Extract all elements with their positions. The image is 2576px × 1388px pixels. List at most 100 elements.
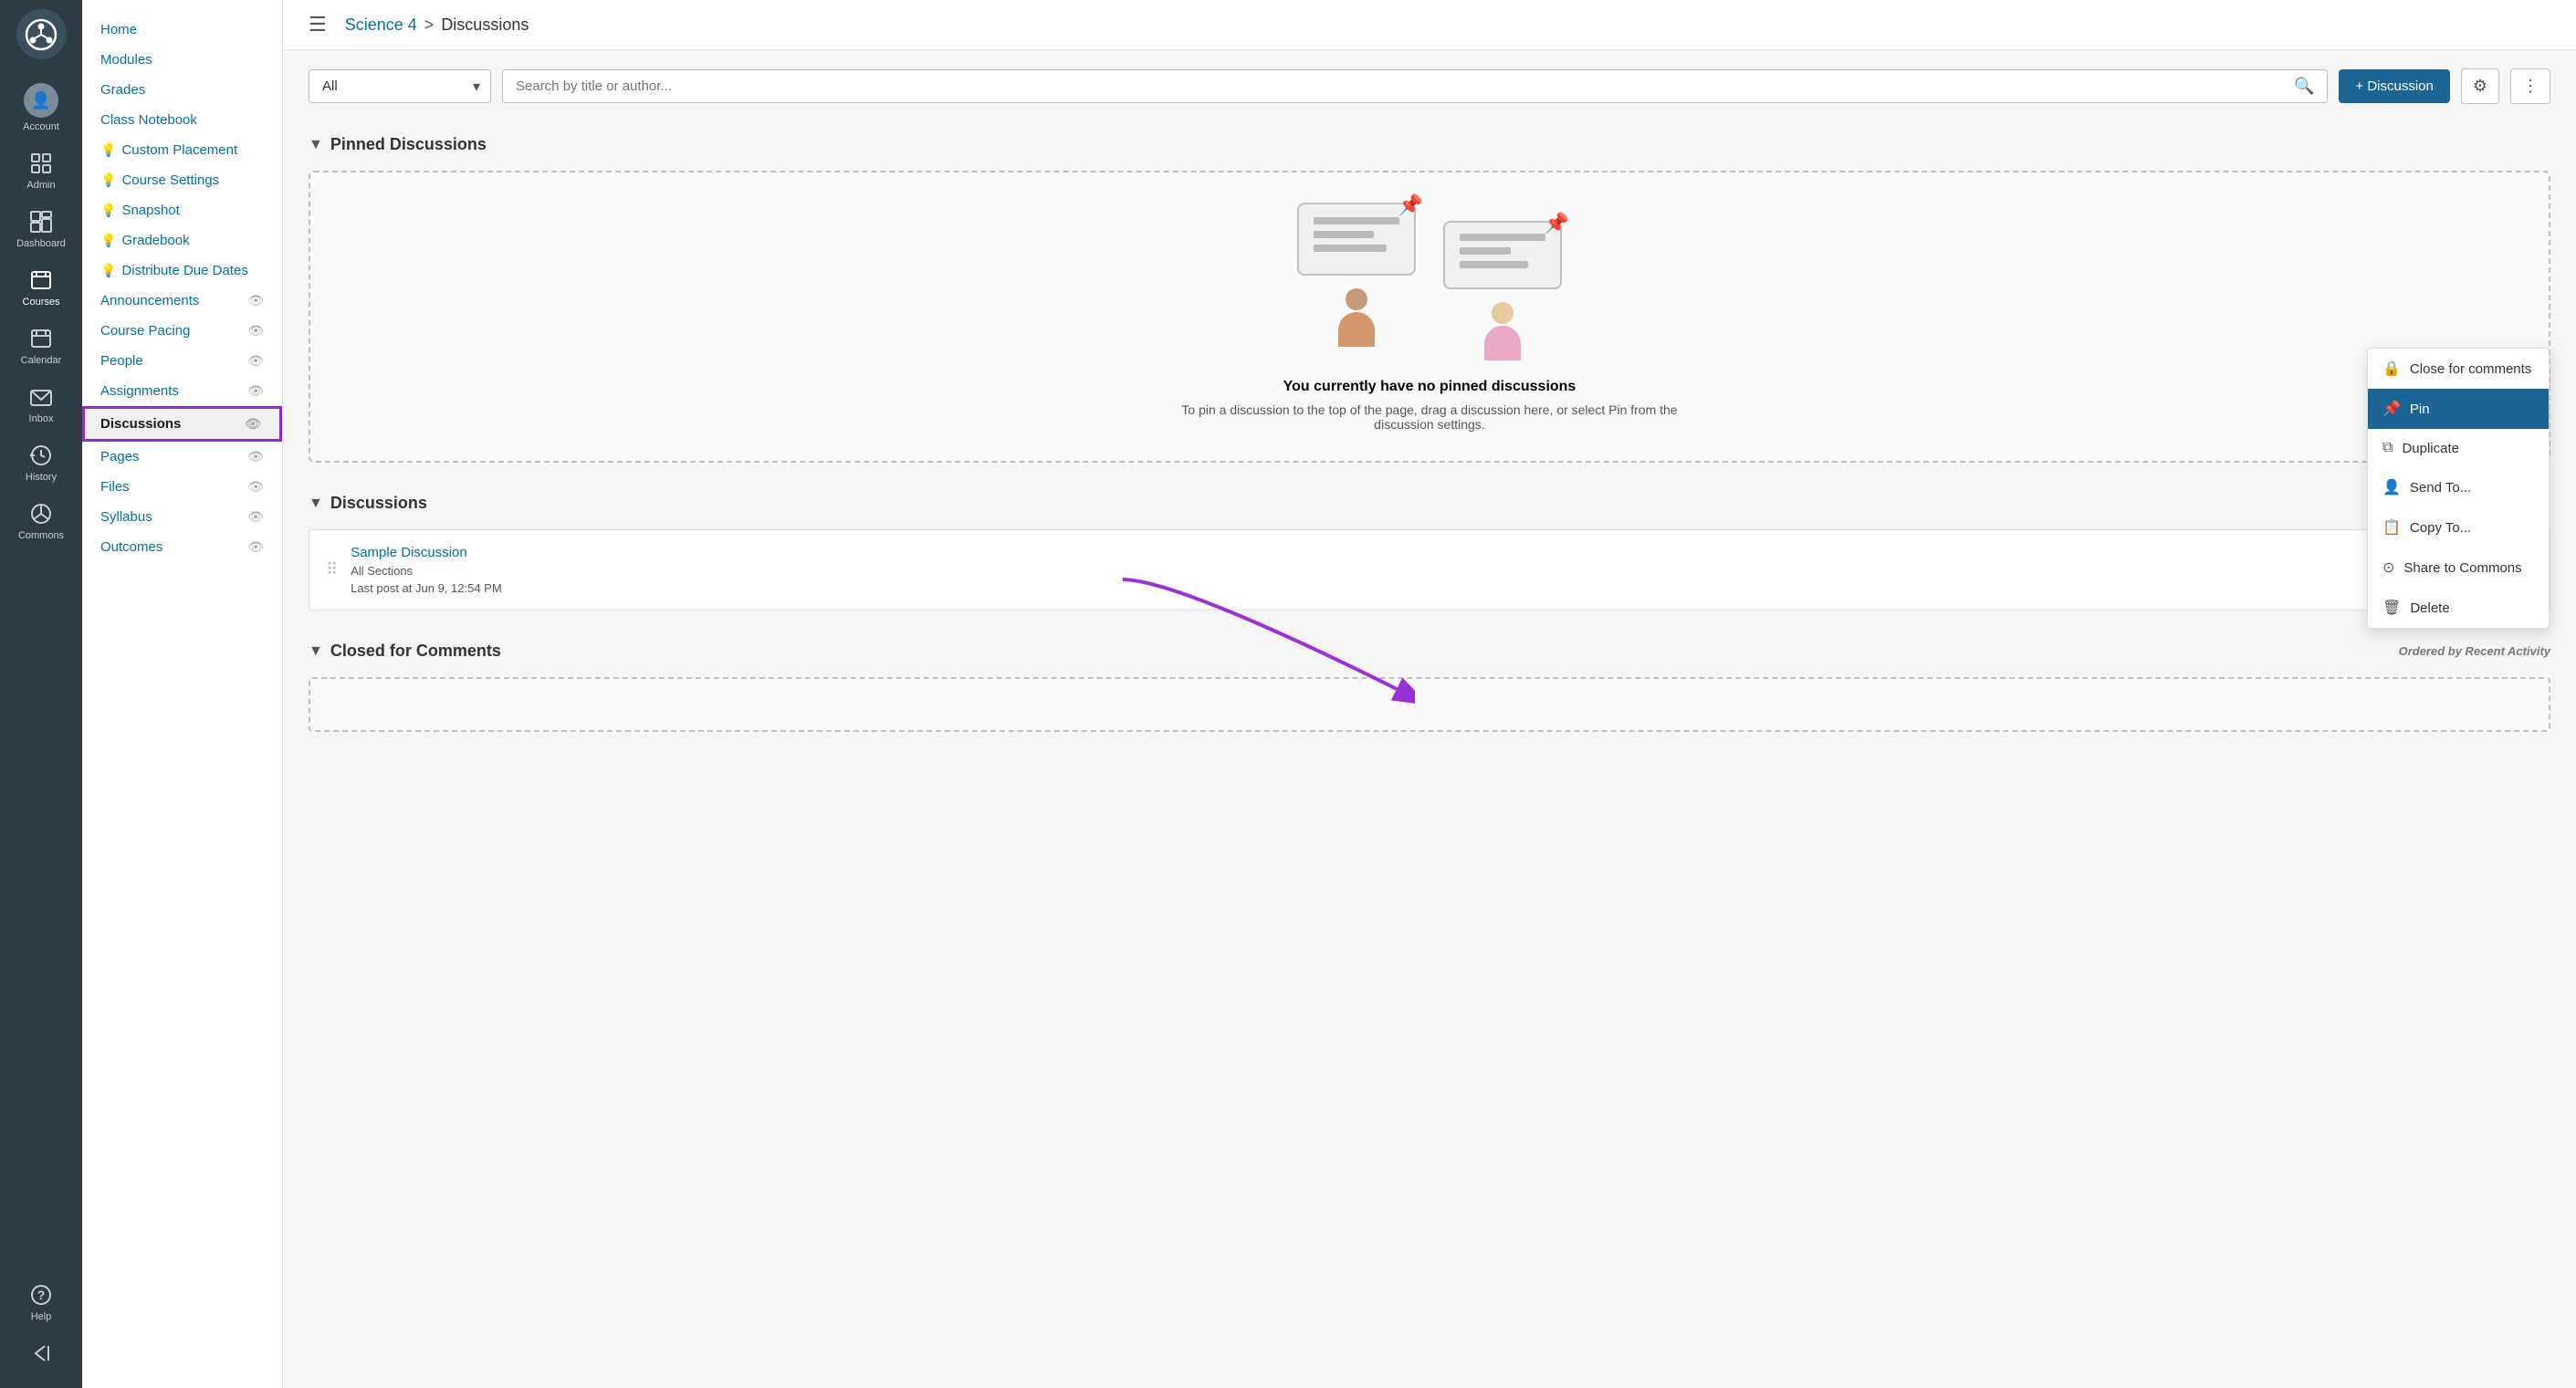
search-input[interactable] — [516, 70, 2294, 102]
sidebar-item-grades[interactable]: Grades — [82, 75, 282, 105]
context-menu-delete-label: Delete — [2410, 600, 2449, 616]
people-link-label: People — [100, 353, 143, 369]
sidebar-item-outcomes[interactable]: Outcomes 👁 — [82, 532, 282, 562]
hamburger-menu-button[interactable]: ☰ — [309, 13, 327, 37]
context-menu-duplicate-label: Duplicate — [2402, 441, 2459, 456]
pinned-empty-desc: To pin a discussion to the top of the pa… — [1156, 402, 1703, 432]
context-menu-copy-to[interactable]: 📋 Copy To... — [2368, 507, 2549, 548]
calendar-label: Calendar — [21, 355, 62, 366]
sidebar-item-syllabus[interactable]: Syllabus 👁 — [82, 502, 282, 532]
sidebar-item-discussions[interactable]: Discussions 👁 — [82, 406, 282, 442]
sidebar-item-course-pacing[interactable]: Course Pacing 👁 — [82, 316, 282, 346]
vis-icon: 👁 — [247, 509, 264, 525]
account-label: Account — [23, 121, 59, 132]
context-menu-delete[interactable]: 🗑 Delete — [2368, 588, 2549, 628]
pinned-illustration: 📌 📌 — [1297, 203, 1562, 360]
context-menu-share-commons[interactable]: ⊙ Share to Commons — [2368, 548, 2549, 588]
sidebar-item-custom-placement[interactable]: 💡 Custom Placement — [82, 135, 282, 165]
admin-label: Admin — [26, 180, 55, 191]
vis-icon: 👁 — [247, 383, 264, 399]
sidebar-item-calendar[interactable]: Calendar — [0, 317, 82, 375]
filter-select-wrapper: All Unread My Posts — [309, 69, 491, 103]
more-options-button[interactable]: ⋮ — [2510, 68, 2550, 104]
collapse-nav-button[interactable] — [0, 1331, 82, 1379]
filter-select[interactable]: All Unread My Posts — [309, 69, 491, 103]
context-menu-close-comments[interactable]: 🔒 Close for comments — [2368, 349, 2549, 389]
app-logo[interactable] — [16, 9, 67, 59]
sidebar-item-people[interactable]: People 👁 — [82, 346, 282, 376]
history-label: History — [26, 472, 57, 483]
account-avatar: 👤 — [24, 83, 58, 118]
snapshot-link-label: Snapshot — [121, 203, 179, 218]
sidebar-item-course-settings[interactable]: 💡 Course Settings — [82, 165, 282, 195]
filter-bar: All Unread My Posts 🔍 + Discussion ⚙ ⋮ — [309, 68, 2550, 104]
discussions-link-label: Discussions — [100, 416, 181, 432]
closed-comments-empty-area — [309, 677, 2550, 732]
course-pacing-link-label: Course Pacing — [100, 323, 190, 339]
settings-button[interactable]: ⚙ — [2461, 68, 2499, 104]
sidebar-item-history[interactable]: History — [0, 433, 82, 492]
search-icon: 🔍 — [2294, 77, 2314, 96]
bulb-icon: 💡 — [100, 172, 116, 188]
sidebar-item-dashboard[interactable]: Dashboard — [0, 200, 82, 258]
sidebar-item-commons[interactable]: Commons — [0, 492, 82, 550]
drag-handle[interactable]: ⠿ — [326, 560, 338, 579]
pinned-section-header: ▼ Pinned Discussions — [309, 122, 2550, 162]
sidebar-item-announcements[interactable]: Announcements 👁 — [82, 286, 282, 316]
context-menu-close-comments-label: Close for comments — [2410, 361, 2531, 377]
icon-bar: 👤 Account Admin Dashboard Courses — [0, 0, 82, 1388]
discussions-section-chevron[interactable]: ▼ — [309, 496, 323, 512]
lock-icon: 🔒 — [2382, 360, 2401, 378]
sidebar-item-home[interactable]: Home — [82, 15, 282, 45]
bulb-icon: 💡 — [100, 233, 116, 248]
syllabus-link-label: Syllabus — [100, 509, 152, 525]
bulb-icon: 💡 — [100, 203, 116, 218]
icon-bar-bottom: ? Help — [0, 1273, 82, 1388]
vis-icon: 👁 — [245, 416, 261, 432]
sidebar-item-inbox[interactable]: Inbox — [0, 375, 82, 433]
discussions-section: ▼ Discussions ⠿ Sample Discussion All Se… — [309, 481, 2550, 611]
sidebar-item-class-notebook[interactable]: Class Notebook — [82, 105, 282, 135]
sidebar-item-files[interactable]: Files 👁 — [82, 472, 282, 502]
duplicate-icon: ⧉ — [2382, 440, 2393, 456]
discussions-section-header: ▼ Discussions — [309, 481, 2550, 520]
breadcrumb-separator: > — [424, 16, 435, 35]
context-menu-pin-label: Pin — [2410, 402, 2430, 417]
grades-link-label: Grades — [100, 82, 145, 98]
course-breadcrumb-link[interactable]: Science 4 — [345, 16, 417, 35]
ordered-label: Ordered by Recent Activity — [2399, 644, 2550, 658]
sidebar-item-snapshot[interactable]: 💡 Snapshot — [82, 195, 282, 225]
vis-icon: 👁 — [247, 293, 264, 308]
pin-icon: 📌 — [2382, 400, 2401, 418]
closed-section-chevron[interactable]: ▼ — [309, 643, 323, 660]
sidebar-item-help[interactable]: ? Help — [0, 1273, 82, 1331]
context-menu-send-to[interactable]: 👤 Send To... — [2368, 467, 2549, 507]
sidebar-item-pages[interactable]: Pages 👁 — [82, 442, 282, 472]
content-area: All Unread My Posts 🔍 + Discussion ⚙ ⋮ ▼… — [283, 50, 2576, 1388]
sidebar-item-modules[interactable]: Modules — [82, 45, 282, 75]
share-icon: ⊙ — [2382, 558, 2394, 577]
add-discussion-button[interactable]: + Discussion — [2339, 69, 2449, 103]
sidebar-item-courses[interactable]: Courses — [0, 258, 82, 317]
context-menu-pin[interactable]: 📌 Pin — [2368, 389, 2549, 429]
sidebar-item-assignments[interactable]: Assignments 👁 — [82, 376, 282, 406]
bulb-icon: 💡 — [100, 263, 116, 278]
sidebar-item-distribute-due-dates[interactable]: 💡 Distribute Due Dates — [82, 256, 282, 286]
context-menu-send-to-label: Send To... — [2410, 480, 2471, 496]
files-link-label: Files — [100, 479, 130, 495]
discussions-section-title: Discussions — [330, 494, 427, 513]
sidebar-item-admin[interactable]: Admin — [0, 141, 82, 200]
assignments-link-label: Assignments — [100, 383, 179, 399]
pinned-section-chevron[interactable]: ▼ — [309, 137, 323, 153]
sidebar-item-gradebook[interactable]: 💡 Gradebook — [82, 225, 282, 256]
bulb-icon: 💡 — [100, 142, 116, 158]
sidebar-item-account[interactable]: 👤 Account — [0, 74, 82, 141]
context-menu-duplicate[interactable]: ⧉ Duplicate — [2368, 429, 2549, 467]
inbox-label: Inbox — [29, 413, 54, 424]
vis-icon: 👁 — [247, 479, 264, 495]
topbar: ☰ Science 4 > Discussions — [283, 0, 2576, 50]
discussion-title[interactable]: Sample Discussion — [351, 545, 2386, 560]
announcements-link-label: Announcements — [100, 293, 199, 308]
custom-placement-link-label: Custom Placement — [121, 142, 237, 158]
closed-section-header: ▼ Closed for Comments Ordered by Recent … — [309, 629, 2550, 668]
